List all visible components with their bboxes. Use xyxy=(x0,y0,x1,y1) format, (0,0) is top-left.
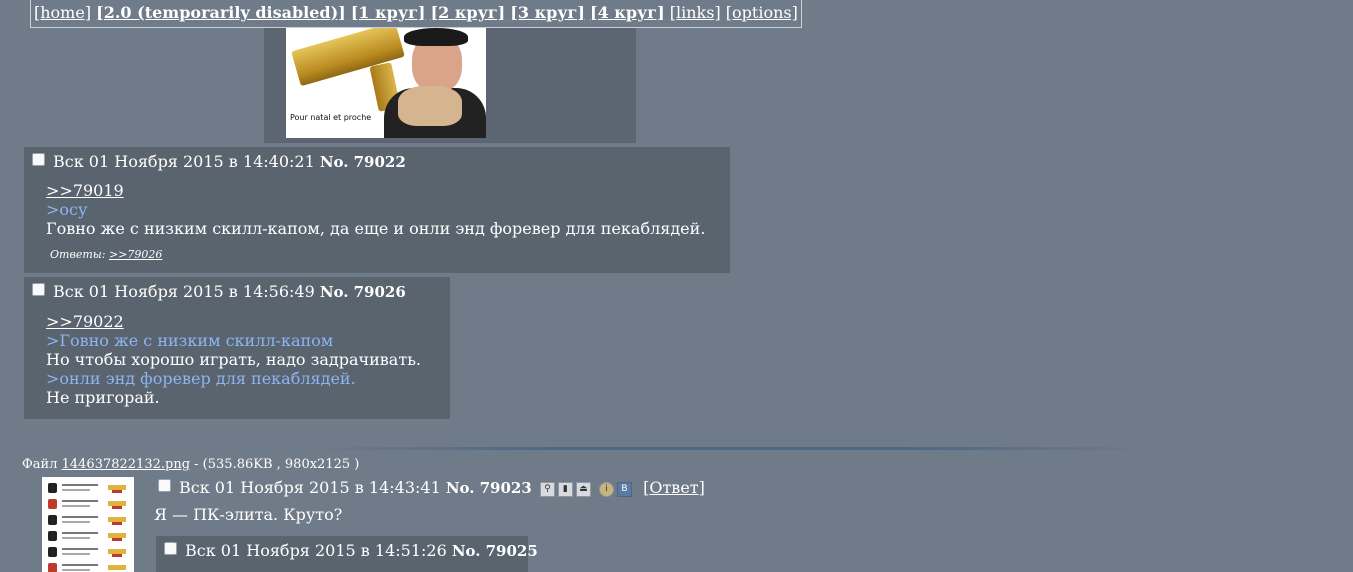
file-label: Файл xyxy=(22,457,58,472)
thread-op-header: Вск 01 Ноября 2015 в 14:43:41 No. 79023 … xyxy=(158,478,705,497)
attached-image[interactable]: Pour natal et proche xyxy=(286,28,486,138)
reply-link[interactable]: [Ответ] xyxy=(643,478,705,497)
message-text: Говно же с низким скилл-капом, да еще и … xyxy=(46,219,706,238)
nav-links-link[interactable]: [links] xyxy=(670,3,721,22)
post-number-label[interactable]: No. xyxy=(320,153,349,171)
answer-reference-link[interactable]: >>79026 xyxy=(109,248,162,261)
vk-share-icon[interactable]: B xyxy=(617,482,632,497)
post-header: Вск 01 Ноября 2015 в 14:40:21 No. 79022 xyxy=(32,152,406,171)
reply-post-79025: Вск 01 Ноября 2015 в 14:51:26 No. 79025 xyxy=(156,536,538,572)
thread-thumbnail[interactable] xyxy=(42,477,134,572)
post-number[interactable]: 79022 xyxy=(354,153,406,171)
nav-krug3-link[interactable]: [3 круг] xyxy=(510,3,585,22)
post-message: >>79019 >осу Говно же с низким скилл-кап… xyxy=(46,181,705,238)
reply-post-79022: Вск 01 Ноября 2015 в 14:40:21 No. 79022 … xyxy=(24,147,730,273)
top-navigation: [home] [2.0 (temporarily disabled)] [1 к… xyxy=(30,0,802,28)
thread-divider xyxy=(310,447,1150,450)
thread-op-message: Я — ПК-элита. Круто? xyxy=(154,505,343,524)
file-info: Файл 144637822132.png - (535.86KB , 980x… xyxy=(22,457,359,472)
reply-post-79026: Вск 01 Ноября 2015 в 14:56:49 No. 79026 … xyxy=(24,277,450,419)
post-number-label[interactable]: No. xyxy=(452,542,481,560)
post-reference-link[interactable]: >>79019 xyxy=(46,181,705,200)
post-number-label[interactable]: No. xyxy=(446,479,475,497)
quote-line: >Говно же с низким скилл-капом xyxy=(46,331,334,350)
nav-krug1-link[interactable]: [1 круг] xyxy=(351,3,426,22)
message-text: Но чтобы хорошо играть, надо задрачивать… xyxy=(46,350,421,369)
answers-label: Ответы: xyxy=(50,248,106,261)
quote-line: >осу xyxy=(46,200,88,219)
post-select-checkbox[interactable] xyxy=(164,542,177,555)
post-number[interactable]: 79025 xyxy=(486,542,538,560)
post-select-checkbox[interactable] xyxy=(32,153,45,166)
post-select-checkbox[interactable] xyxy=(32,283,45,296)
nav-home-link[interactable]: [home] xyxy=(34,3,91,22)
post-select-checkbox[interactable] xyxy=(158,479,171,492)
nav-v2-link[interactable]: [2.0 (temporarily disabled)] xyxy=(96,3,346,22)
post-reference-link[interactable]: >>79022 xyxy=(46,312,421,331)
bookmark-icon[interactable]: ▮ xyxy=(557,482,573,497)
post-answers: Ответы: >>79026 xyxy=(50,248,162,261)
post-date: Вск 01 Ноября 2015 в 14:40:21 xyxy=(53,152,315,171)
post-number[interactable]: 79023 xyxy=(480,479,532,497)
message-text: Не пригорай. xyxy=(46,388,160,407)
info-icon[interactable]: i xyxy=(599,482,614,497)
post-date: Вск 01 Ноября 2015 в 14:56:49 xyxy=(53,282,315,301)
image-caption: Pour natal et proche xyxy=(290,113,372,122)
file-name-link[interactable]: 144637822132.png xyxy=(62,457,190,472)
post-number[interactable]: 79026 xyxy=(354,283,406,301)
person-scarf-shape xyxy=(398,86,462,126)
search-icon[interactable]: ⚲ xyxy=(539,482,555,497)
post-header: Вск 01 Ноября 2015 в 14:56:49 No. 79026 xyxy=(32,282,406,301)
post-header: Вск 01 Ноября 2015 в 14:51:26 No. 79025 xyxy=(164,541,538,560)
nav-options-link[interactable]: [options] xyxy=(726,3,798,22)
post-number-label[interactable]: No. xyxy=(320,283,349,301)
quote-line: >онли энд форевер для пекаблядей. xyxy=(46,369,356,388)
person-beret-shape xyxy=(404,28,468,46)
hide-icon[interactable]: ⏏ xyxy=(575,482,591,497)
image-reply: Pour natal et proche xyxy=(264,28,636,143)
post-date: Вск 01 Ноября 2015 в 14:43:41 xyxy=(179,478,441,497)
nav-krug2-link[interactable]: [2 круг] xyxy=(431,3,506,22)
post-message: >>79022 >Говно же с низким скилл-капом Н… xyxy=(46,312,421,407)
nav-krug4-link[interactable]: [4 круг] xyxy=(590,3,665,22)
file-meta: - (535.86KB , 980x2125 ) xyxy=(194,457,360,472)
post-date: Вск 01 Ноября 2015 в 14:51:26 xyxy=(185,541,447,560)
